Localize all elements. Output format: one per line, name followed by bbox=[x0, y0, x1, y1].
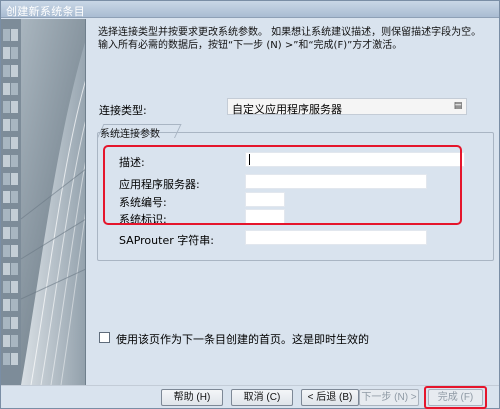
window-title: 创建新系统条目 bbox=[6, 5, 86, 18]
wizard-side-image bbox=[1, 19, 86, 385]
group-title: 系统连接参数 bbox=[100, 129, 160, 140]
wizard-content: 选择连接类型并按要求更改系统参数。 如果想让系统建议描述，则保留描述字段为空。 … bbox=[87, 19, 499, 385]
instruction-text: 选择连接类型并按要求更改系统参数。 如果想让系统建议描述，则保留描述字段为空。 … bbox=[98, 27, 482, 51]
app-server-label: 应用程序服务器: bbox=[119, 178, 200, 191]
system-id-label: 系统标识: bbox=[119, 213, 167, 226]
next-button[interactable]: 下一步 (N) > bbox=[359, 389, 419, 406]
connection-type-select[interactable]: 自定义应用程序服务器 ▤ bbox=[227, 98, 467, 116]
back-button[interactable]: < 后退 (B) bbox=[301, 389, 359, 406]
text-cursor bbox=[249, 154, 250, 165]
system-number-label: 系统编号: bbox=[119, 196, 167, 209]
help-button[interactable]: 帮助 (H) bbox=[161, 389, 223, 406]
system-id-input[interactable] bbox=[245, 209, 285, 224]
dialog-window: 创建新系统条目 选择连接类型并按要求更改系统参数。 如果想让系统建议描述，则保留… bbox=[0, 0, 500, 409]
description-input[interactable] bbox=[245, 152, 465, 167]
connection-type-label: 连接类型: bbox=[99, 104, 147, 117]
connection-type-value: 自定义应用程序服务器 bbox=[232, 103, 342, 116]
app-server-input[interactable] bbox=[245, 174, 427, 189]
first-page-checkbox[interactable] bbox=[99, 332, 110, 343]
saprouter-input[interactable] bbox=[245, 230, 427, 245]
saprouter-label: SAProuter 字符串: bbox=[119, 234, 214, 247]
button-bar: 帮助 (H) 取消 (C) < 后退 (B) 下一步 (N) > 完成 (F) bbox=[1, 385, 499, 409]
description-label: 描述: bbox=[119, 156, 145, 169]
title-bar[interactable]: 创建新系统条目 bbox=[1, 1, 499, 18]
finish-button[interactable]: 完成 (F) bbox=[428, 389, 483, 406]
wizard-side-artwork bbox=[1, 19, 85, 385]
cancel-button[interactable]: 取消 (C) bbox=[231, 389, 293, 406]
dropdown-list-icon[interactable]: ▤ bbox=[453, 101, 463, 112]
first-page-checkbox-label: 使用该页作为下一条目创建的首页。这是即时生效的 bbox=[116, 333, 369, 346]
system-number-input[interactable] bbox=[245, 192, 285, 207]
